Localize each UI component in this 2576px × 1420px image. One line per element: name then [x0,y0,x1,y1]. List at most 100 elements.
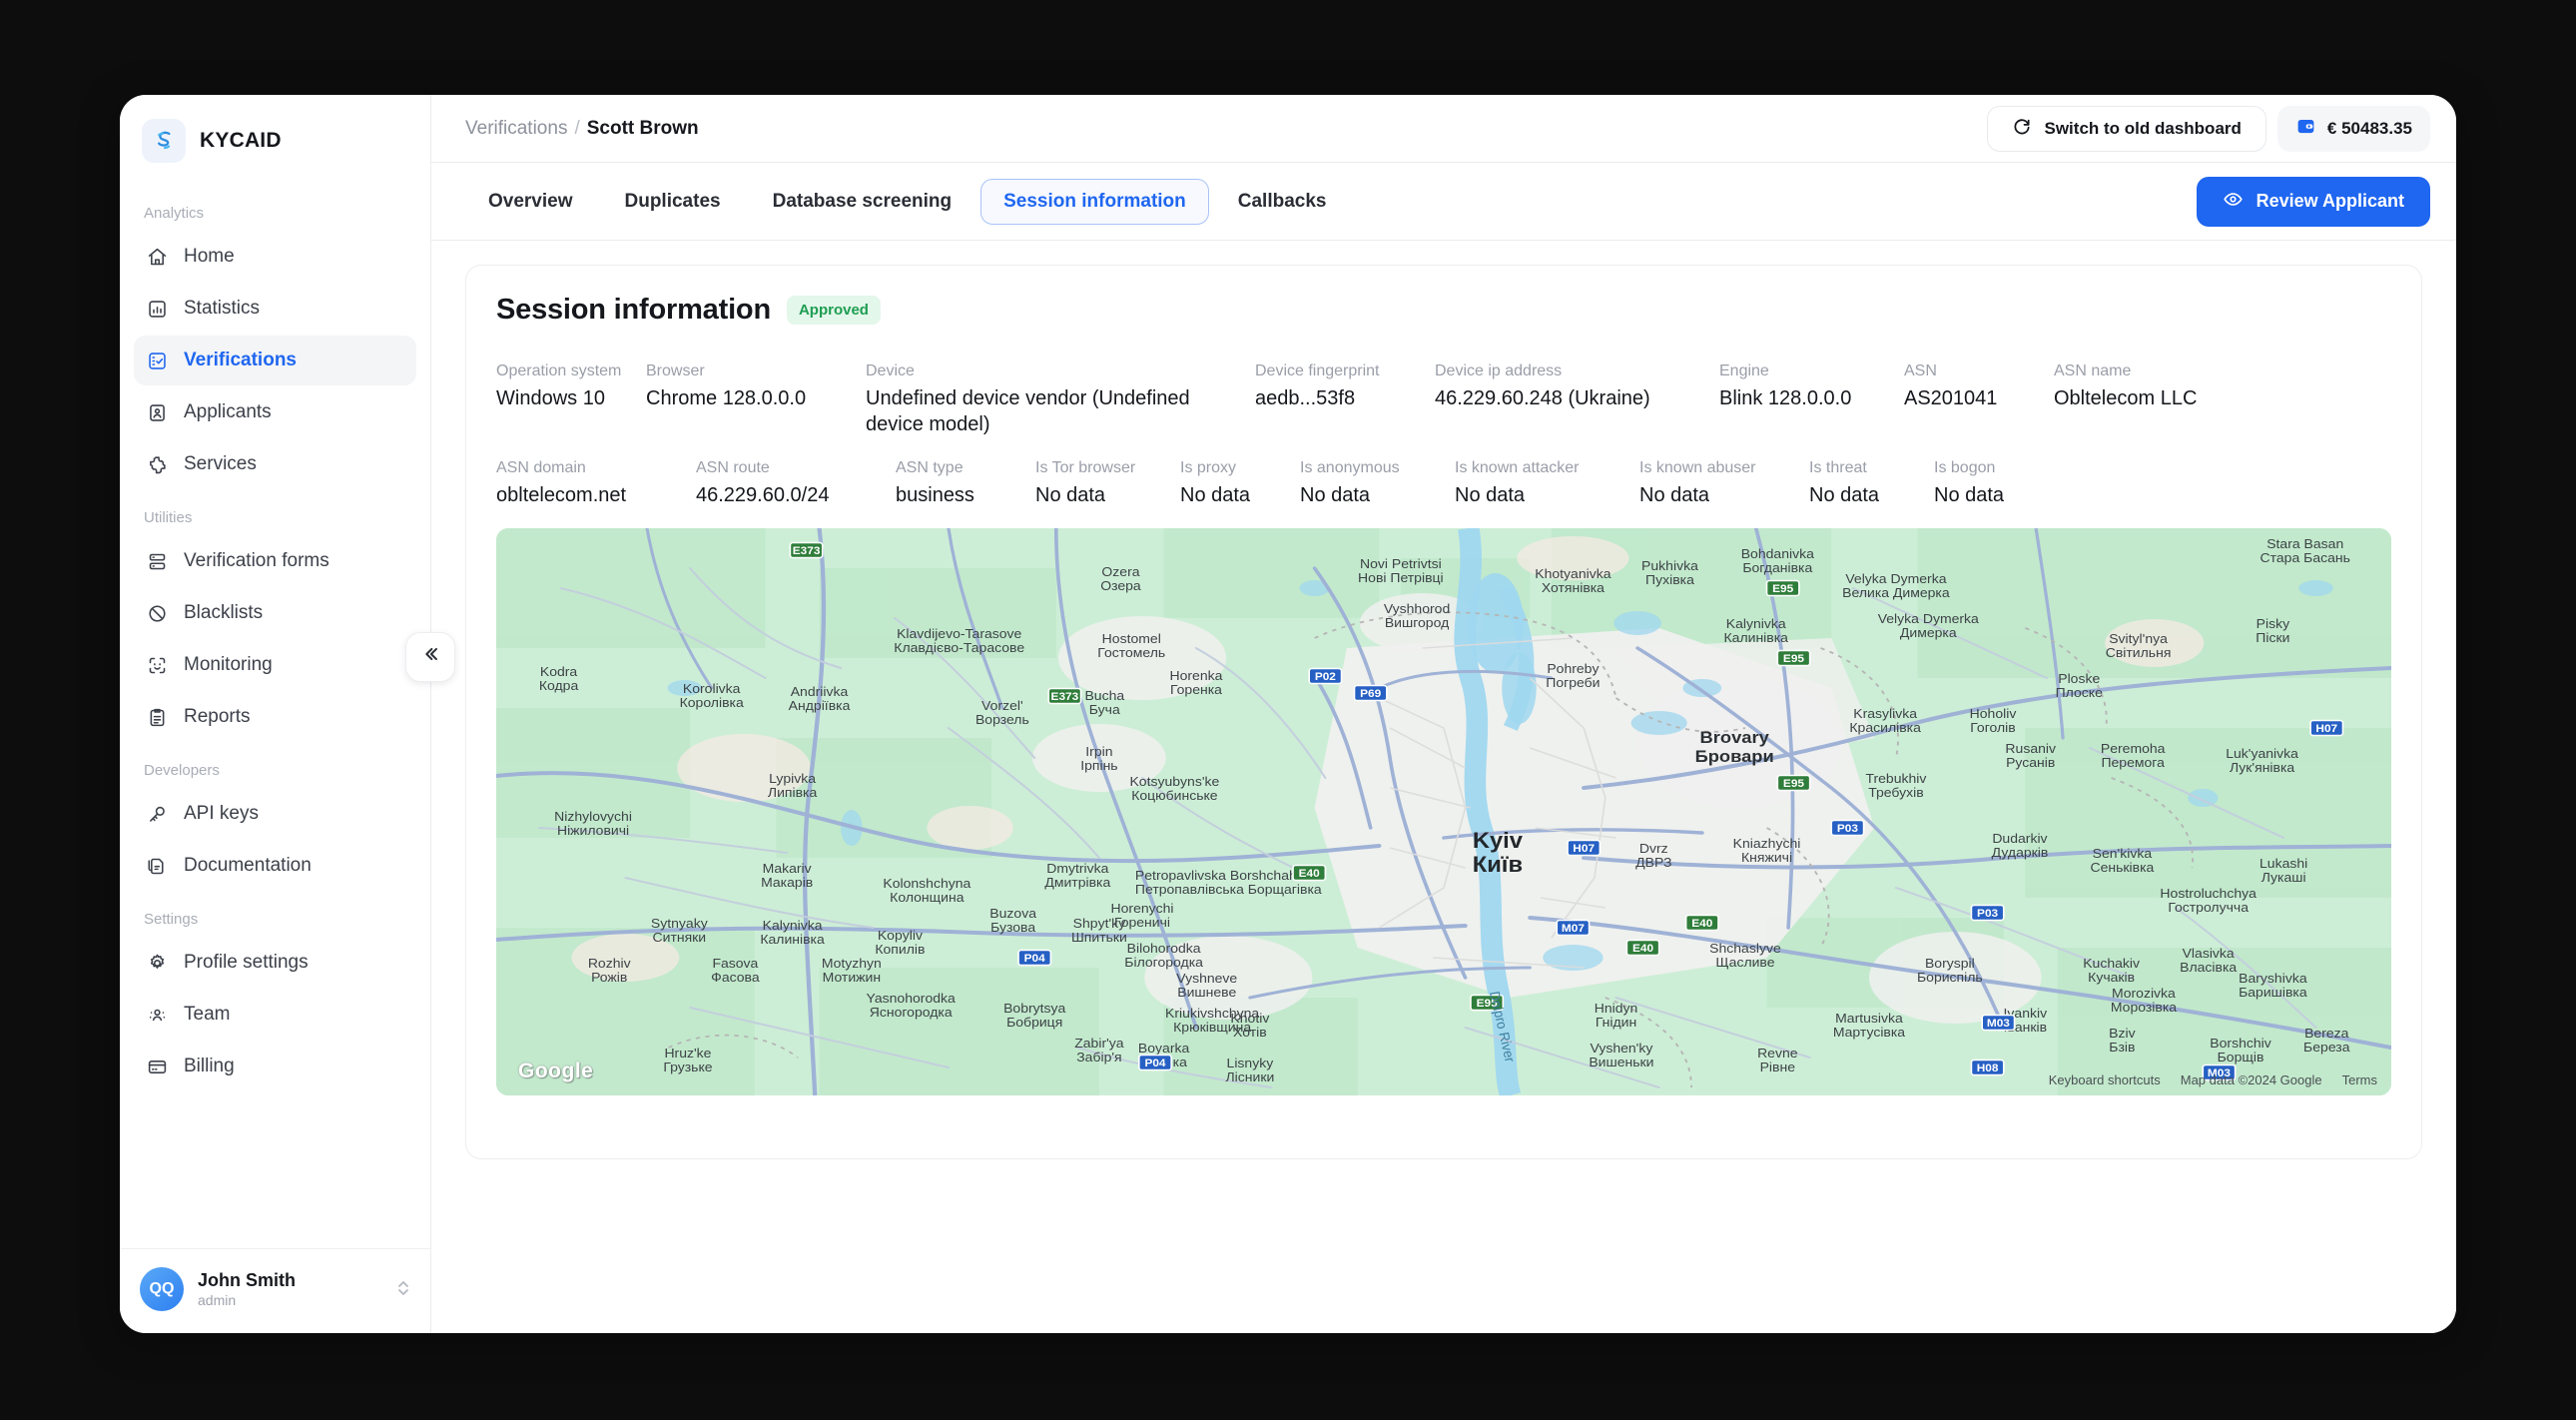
road-shield-e95: E95 [1776,775,1811,792]
svg-text:Boryspil: Boryspil [1925,957,1975,971]
fact-label: ASN name [2054,362,2132,379]
brand[interactable]: KYCAID [120,95,430,177]
svg-text:Sen'kivka: Sen'kivka [2093,847,2153,861]
sidebar-item-profile-settings[interactable]: Profile settings [134,938,416,988]
map-place-label: KorolivkaКоролівка [680,682,745,710]
sidebar: KYCAID Analytics Home Statistics Verific… [120,95,455,1333]
svg-text:Ірпінь: Ірпінь [1080,759,1117,773]
map-place-label: BrovaryБровари [1695,728,1774,766]
road-shield-e40: E40 [1292,865,1327,882]
sidebar-item-api-keys[interactable]: API keys [134,789,416,839]
svg-text:Bziv: Bziv [2109,1027,2136,1041]
svg-text:Motyzhyn: Motyzhyn [822,957,882,971]
chevron-up-down-icon[interactable] [396,1276,410,1302]
road-shield-m03: M03 [1981,1015,2016,1032]
svg-text:Kuchakiv: Kuchakiv [2083,957,2140,971]
sidebar-item-label: Reports [184,706,251,727]
gear-icon [146,952,169,975]
switch-to-old-dashboard-button[interactable]: Switch to old dashboard [1986,105,2266,152]
fact-label: Is threat [1809,459,1867,477]
sidebar-item-billing[interactable]: Billing [134,1042,416,1091]
road-shield-p03: P03 [1830,820,1865,837]
eye-icon [2223,189,2244,215]
map-place-label: HostomelГостомель [1097,632,1165,660]
user-account-card[interactable]: QQ John Smith admin [120,1248,430,1333]
tab-database-screening[interactable]: Database screening [750,179,975,225]
svg-text:Бровари: Бровари [1695,747,1774,766]
fact-value: AS201041 [1904,386,1998,409]
sidebar-item-verifications[interactable]: Verifications [134,336,416,385]
map-place-label: MartusivkaМартусівка [1833,1012,1906,1040]
tab-session-information[interactable]: Session information [980,178,1209,225]
location-map[interactable]: Kodra Кодра Korolivka Королівка Andriivka Анд… [496,528,2391,1096]
keyboard-shortcuts-link[interactable]: Keyboard shortcuts [2049,1072,2161,1087]
sidebar-item-home[interactable]: Home [134,232,416,282]
svg-text:E40: E40 [1299,869,1320,881]
fact-label: Is known attacker [1455,459,1580,477]
svg-text:Бориспіль: Бориспіль [1917,971,1983,985]
svg-text:Vlasivka: Vlasivka [2183,947,2236,961]
svg-text:Pohreby: Pohreby [1547,662,1599,676]
svg-text:Svityl'nya: Svityl'nya [2109,632,2168,646]
sidebar-item-applicants[interactable]: Applicants [134,387,416,437]
map-place-label: Svityl'nyaСвітильня [2106,632,2172,660]
map-place-label: VyshneveВишневе [1176,972,1237,1000]
road-shield-p03: P03 [1970,905,2005,922]
sidebar-item-statistics[interactable]: Statistics [134,284,416,334]
sidebar-item-team[interactable]: Team [134,990,416,1040]
road-shield-p04: P04 [1138,1055,1172,1071]
svg-text:Кодра: Кодра [539,679,579,693]
svg-text:Kniazhychi: Kniazhychi [1733,837,1801,851]
sidebar-item-monitoring[interactable]: Monitoring [134,640,416,690]
map-place-label: BoryspilБориспіль [1917,957,1983,985]
road-shield-e40: E40 [1684,915,1719,932]
sidebar-item-verification-forms[interactable]: Verification forms [134,536,416,586]
sidebar-item-services[interactable]: Services [134,439,416,489]
sidebar-item-reports[interactable]: Reports [134,692,416,742]
svg-text:Morozivka: Morozivka [2112,987,2176,1001]
user-role: admin [198,1291,237,1308]
sidebar-section-utilities: Utilities [144,509,193,526]
svg-text:Липівка: Липівка [768,786,818,800]
svg-text:Kodra: Kodra [540,665,578,679]
svg-text:Хотянівка: Хотянівка [1542,581,1606,595]
tab-overview[interactable]: Overview [465,179,596,225]
sidebar-item-documentation[interactable]: Documentation [134,841,416,891]
svg-text:M07: M07 [1562,924,1585,936]
svg-text:Sytnyaky: Sytnyaky [651,917,708,931]
svg-text:Мотижин: Мотижин [823,971,881,985]
user-meta: John Smith admin [198,1269,382,1309]
terms-link[interactable]: Terms [2342,1072,2377,1087]
sidebar-item-blacklists[interactable]: Blacklists [134,588,416,638]
svg-text:Копилів: Копилів [875,943,925,957]
sidebar-item-label: Monitoring [184,654,273,675]
fact-label: ASN domain [496,459,586,477]
fact-browser: Browser Chrome 128.0.0.0 [646,360,866,411]
breadcrumb-parent[interactable]: Verifications [465,118,567,140]
balance-chip[interactable]: € 50483.35 [2276,105,2430,152]
sidebar-item-label: Team [184,1004,231,1025]
tab-callbacks[interactable]: Callbacks [1215,179,1350,225]
user-name: John Smith [198,1270,296,1290]
svg-text:Русанів: Русанів [2006,756,2055,770]
card-header: Session information Approved [496,294,2391,327]
svg-text:Клавдієво-Тарасове: Клавдієво-Тарасове [894,641,1024,655]
map-place-label: KhotyanivkaХотянівка [1535,567,1611,595]
road-shield-e373: E373 [1047,688,1082,705]
map-place-label: PloskeПлоске [2056,672,2103,700]
svg-text:Мартусівка: Мартусівка [1833,1026,1906,1040]
map-place-label: NizhylovychiНіжиловичі [554,810,632,838]
fact-asn-route: ASN route 46.229.60.0/24 [696,457,896,508]
fact-value: Blink 128.0.0.0 [1719,386,1852,409]
svg-text:Коцюбинське: Коцюбинське [1131,789,1217,803]
tab-duplicates[interactable]: Duplicates [602,179,744,225]
svg-text:E95: E95 [1783,654,1805,666]
road-shield-m07: M07 [1556,920,1591,937]
monitoring-face-icon [146,654,169,677]
svg-text:P04: P04 [1024,954,1046,966]
fact-is-anonymous: Is anonymous No data [1300,457,1455,508]
review-applicant-button[interactable]: Review Applicant [2196,176,2430,227]
sidebar-collapse-button[interactable] [405,632,455,682]
fact-asn-name: ASN name Obltelecom LLC [2054,360,2254,411]
svg-text:Дмитрівка: Дмитрівка [1044,876,1110,890]
